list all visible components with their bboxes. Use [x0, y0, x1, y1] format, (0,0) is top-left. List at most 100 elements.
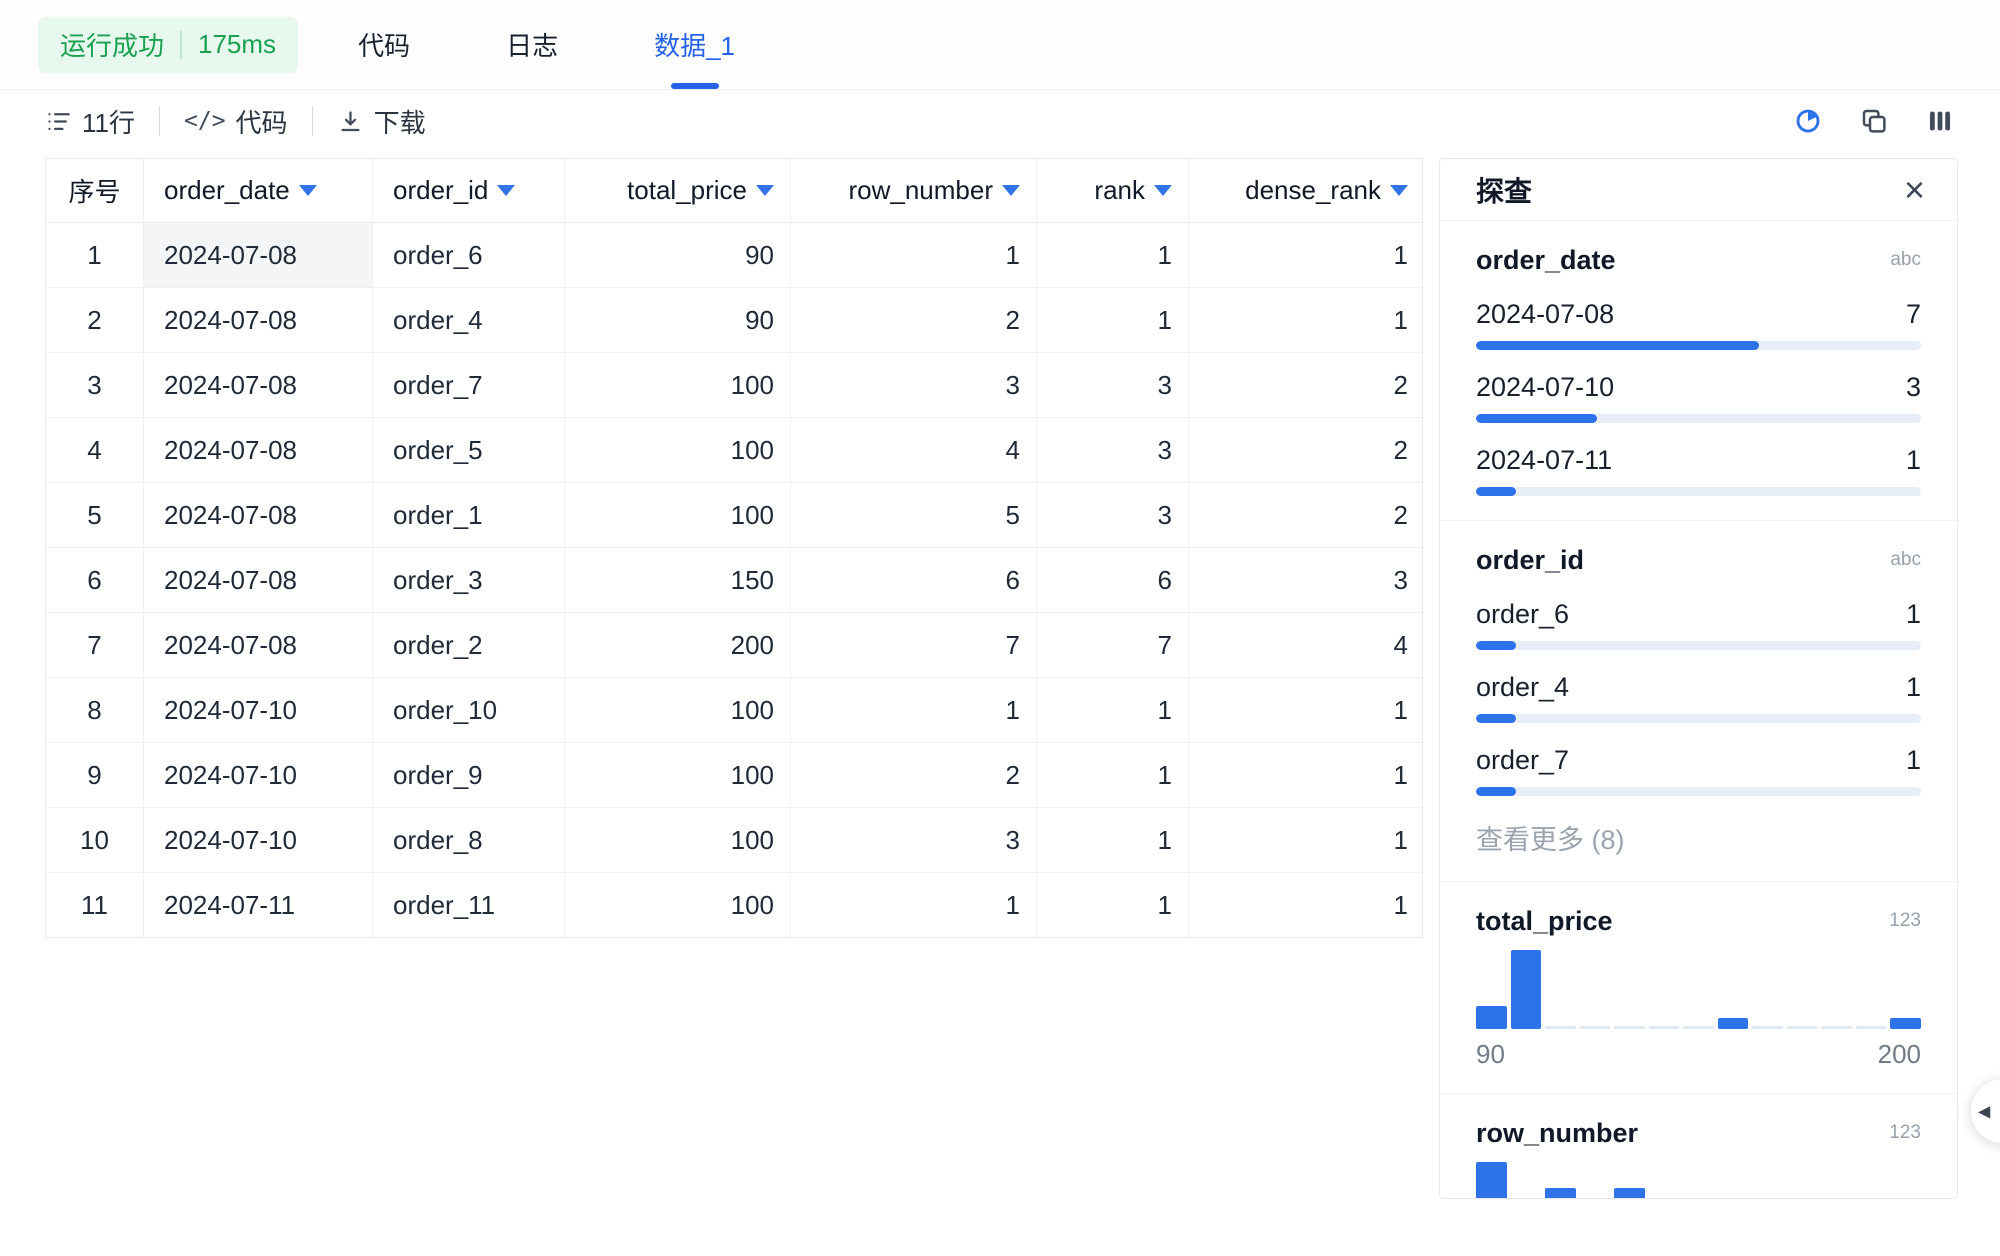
- row-index-cell[interactable]: 11: [46, 873, 144, 937]
- table-cell[interactable]: 1: [1037, 288, 1189, 352]
- column-header-order_id[interactable]: order_id: [373, 159, 565, 222]
- table-cell[interactable]: 2: [1189, 353, 1424, 417]
- table-cell[interactable]: 100: [565, 353, 791, 417]
- table-cell[interactable]: 3: [791, 353, 1037, 417]
- table-cell[interactable]: 2024-07-10: [144, 743, 373, 807]
- table-cell[interactable]: 1: [1037, 808, 1189, 872]
- table-cell[interactable]: order_11: [373, 873, 565, 937]
- table-cell[interactable]: 200: [565, 613, 791, 677]
- table-cell[interactable]: 2024-07-08: [144, 418, 373, 482]
- column-header-total_price[interactable]: total_price: [565, 159, 791, 222]
- table-cell[interactable]: 4: [1189, 613, 1424, 677]
- table-cell[interactable]: 2024-07-08: [144, 613, 373, 677]
- table-cell[interactable]: 2024-07-08: [144, 548, 373, 612]
- table-cell[interactable]: 1: [791, 223, 1037, 287]
- table-cell[interactable]: order_1: [373, 483, 565, 547]
- table-cell[interactable]: 3: [1037, 483, 1189, 547]
- tab-logs[interactable]: 日志: [506, 0, 558, 89]
- table-cell[interactable]: 3: [1189, 548, 1424, 612]
- table-cell[interactable]: 100: [565, 873, 791, 937]
- category-stat-row[interactable]: order_71: [1476, 743, 1921, 796]
- row-index-cell[interactable]: 8: [46, 678, 144, 742]
- table-cell[interactable]: 7: [791, 613, 1037, 677]
- table-cell[interactable]: 7: [1037, 613, 1189, 677]
- table-cell[interactable]: 5: [791, 483, 1037, 547]
- table-cell[interactable]: 1: [1037, 678, 1189, 742]
- table-cell[interactable]: order_9: [373, 743, 565, 807]
- table-cell[interactable]: 2: [1189, 418, 1424, 482]
- code-toggle-button[interactable]: </> 代码: [184, 103, 288, 140]
- row-index-cell[interactable]: 6: [46, 548, 144, 612]
- table-cell[interactable]: 4: [791, 418, 1037, 482]
- table-cell[interactable]: order_2: [373, 613, 565, 677]
- table-cell[interactable]: 150: [565, 548, 791, 612]
- table-cell[interactable]: 1: [1189, 223, 1424, 287]
- table-cell[interactable]: 1: [1037, 743, 1189, 807]
- table-cell[interactable]: 90: [565, 223, 791, 287]
- category-stat-row[interactable]: order_41: [1476, 670, 1921, 723]
- table-cell[interactable]: 2024-07-08: [144, 223, 373, 287]
- table-cell[interactable]: 100: [565, 418, 791, 482]
- table-cell[interactable]: 1: [1037, 223, 1189, 287]
- row-index-cell[interactable]: 7: [46, 613, 144, 677]
- table-cell[interactable]: 1: [1189, 743, 1424, 807]
- table-cell[interactable]: order_8: [373, 808, 565, 872]
- table-cell[interactable]: order_6: [373, 223, 565, 287]
- table-cell[interactable]: 100: [565, 808, 791, 872]
- table-cell[interactable]: 6: [1037, 548, 1189, 612]
- row-index-cell[interactable]: 9: [46, 743, 144, 807]
- table-cell[interactable]: 1: [1189, 288, 1424, 352]
- close-icon[interactable]: ×: [1904, 172, 1925, 208]
- table-cell[interactable]: order_4: [373, 288, 565, 352]
- copy-button[interactable]: [1856, 103, 1892, 139]
- table-cell[interactable]: 1: [1037, 873, 1189, 937]
- column-header-序号[interactable]: 序号: [46, 159, 144, 222]
- table-cell[interactable]: order_5: [373, 418, 565, 482]
- table-cell[interactable]: 1: [1189, 678, 1424, 742]
- table-cell[interactable]: 90: [565, 288, 791, 352]
- row-index-cell[interactable]: 5: [46, 483, 144, 547]
- category-stat-row[interactable]: 2024-07-111: [1476, 443, 1921, 496]
- column-header-row_number[interactable]: row_number: [791, 159, 1037, 222]
- download-button[interactable]: 下载: [337, 103, 426, 140]
- table-cell[interactable]: 6: [791, 548, 1037, 612]
- table-cell[interactable]: 100: [565, 483, 791, 547]
- table-cell[interactable]: 3: [1037, 418, 1189, 482]
- row-index-cell[interactable]: 2: [46, 288, 144, 352]
- columns-button[interactable]: [1922, 103, 1958, 139]
- table-cell[interactable]: 1: [791, 678, 1037, 742]
- tab-code[interactable]: 代码: [358, 0, 410, 89]
- row-index-cell[interactable]: 3: [46, 353, 144, 417]
- column-header-rank[interactable]: rank: [1037, 159, 1189, 222]
- table-cell[interactable]: 1: [1189, 873, 1424, 937]
- explore-toggle-button[interactable]: [1790, 103, 1826, 139]
- table-cell[interactable]: 2024-07-08: [144, 288, 373, 352]
- table-cell[interactable]: order_7: [373, 353, 565, 417]
- category-stat-row[interactable]: order_61: [1476, 597, 1921, 650]
- view-more-link[interactable]: 查看更多 (8): [1476, 818, 1921, 857]
- category-stat-row[interactable]: 2024-07-103: [1476, 370, 1921, 423]
- table-cell[interactable]: 100: [565, 743, 791, 807]
- table-cell[interactable]: 1: [1189, 808, 1424, 872]
- table-cell[interactable]: 1: [791, 873, 1037, 937]
- table-cell[interactable]: order_10: [373, 678, 565, 742]
- category-stat-row[interactable]: 2024-07-087: [1476, 297, 1921, 350]
- table-cell[interactable]: 2: [791, 743, 1037, 807]
- tab-data-1[interactable]: 数据_1: [654, 0, 735, 89]
- table-cell[interactable]: 2024-07-10: [144, 808, 373, 872]
- row-index-cell[interactable]: 1: [46, 223, 144, 287]
- table-cell[interactable]: 2024-07-08: [144, 353, 373, 417]
- table-cell[interactable]: 3: [791, 808, 1037, 872]
- column-header-order_date[interactable]: order_date: [144, 159, 373, 222]
- column-header-dense_rank[interactable]: dense_rank: [1189, 159, 1424, 222]
- table-cell[interactable]: 2: [791, 288, 1037, 352]
- table-cell[interactable]: 2024-07-10: [144, 678, 373, 742]
- row-index-cell[interactable]: 4: [46, 418, 144, 482]
- table-cell[interactable]: 2024-07-08: [144, 483, 373, 547]
- table-cell[interactable]: 2: [1189, 483, 1424, 547]
- table-cell[interactable]: order_3: [373, 548, 565, 612]
- table-cell[interactable]: 2024-07-11: [144, 873, 373, 937]
- panel-collapse-handle[interactable]: ◀: [1970, 1078, 2000, 1144]
- table-cell[interactable]: 100: [565, 678, 791, 742]
- table-cell[interactable]: 3: [1037, 353, 1189, 417]
